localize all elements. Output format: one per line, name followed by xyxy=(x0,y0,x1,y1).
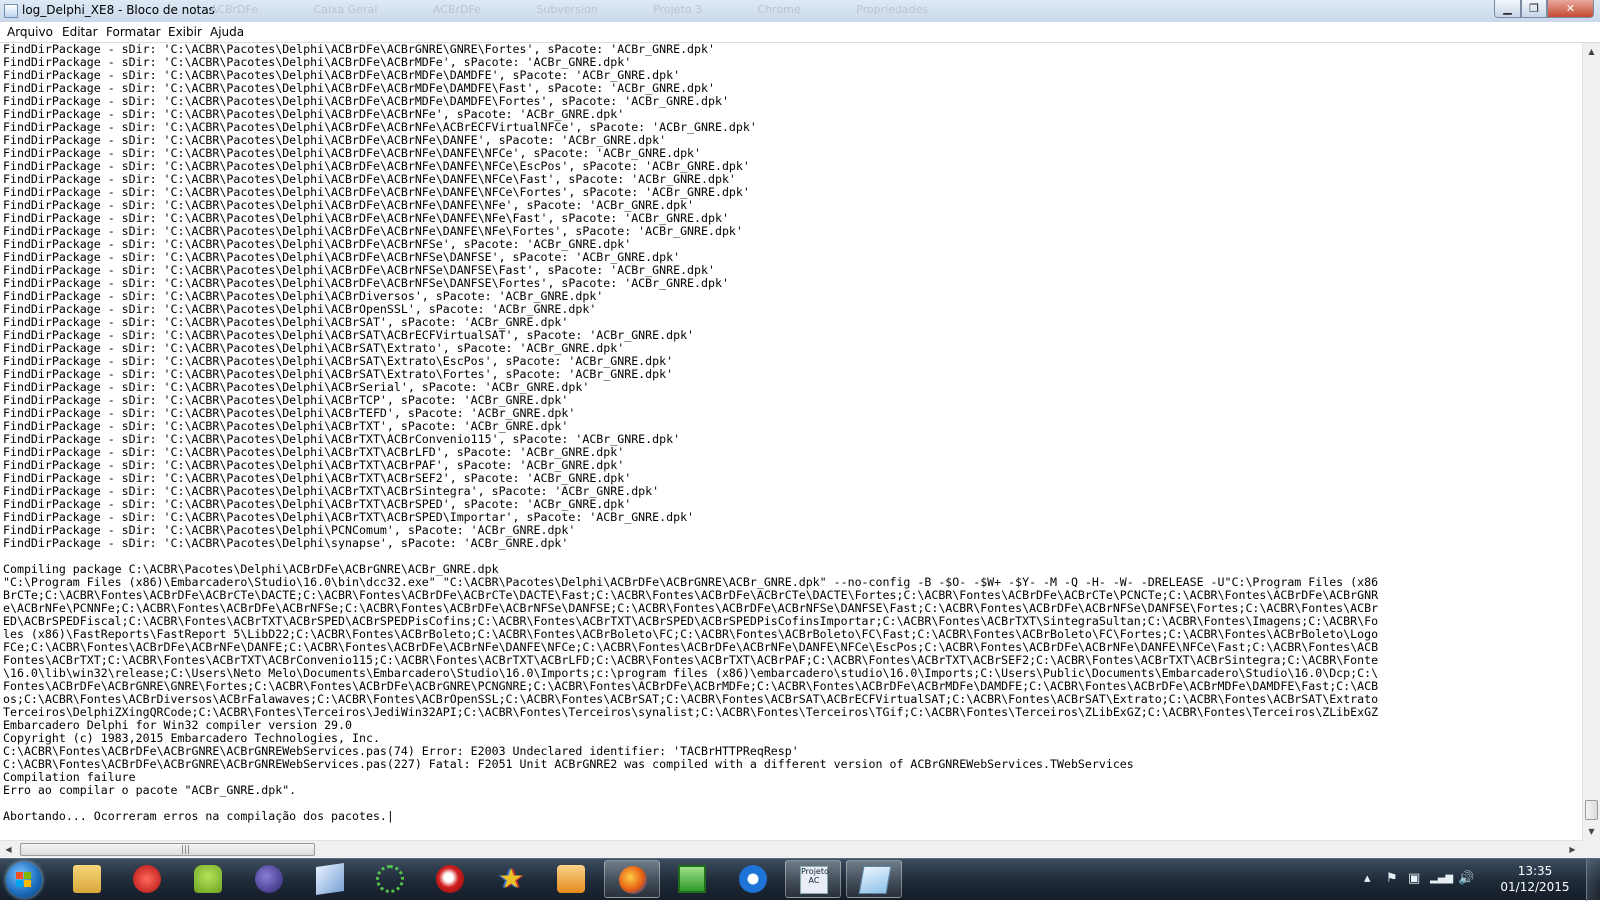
background-window-titles: ACBrDFe Caixa Geral ACBrDFe Subversion P… xyxy=(210,3,980,16)
show-desktop-button[interactable] xyxy=(1586,859,1600,901)
text-editor[interactable]: FindDirPackage - sDir: 'C:\ACBR\Pacotes\… xyxy=(0,43,1582,840)
ghost-title: Subversion xyxy=(536,3,598,16)
red-bird-icon xyxy=(436,865,464,893)
show-hidden-icons-icon[interactable]: ▴ xyxy=(1364,871,1371,886)
ghost-title: Chrome xyxy=(757,3,801,16)
ghost-title: Caixa Geral xyxy=(313,3,378,16)
volume-icon[interactable]: 🔊 xyxy=(1458,871,1474,886)
cube-icon xyxy=(316,863,344,895)
close-button[interactable]: ✕ xyxy=(1547,0,1594,18)
ghost-title: ACBrDFe xyxy=(210,3,259,16)
scroll-right-arrow-icon[interactable]: ▶ xyxy=(1564,841,1581,858)
menu-formatar[interactable]: Formatar xyxy=(106,25,161,39)
play-icon xyxy=(557,865,585,893)
vertical-scrollbar[interactable]: ▲ ▼ xyxy=(1582,43,1600,840)
taskbar-virtualbox[interactable] xyxy=(302,860,358,898)
taskbar-delphi-xe8[interactable] xyxy=(119,860,175,898)
taskbar-star-app[interactable]: ★ xyxy=(483,860,539,898)
menu-editar[interactable]: Editar xyxy=(62,25,98,39)
device-icon[interactable]: ▣ xyxy=(1408,871,1420,886)
ghost-title: ACBrDFe xyxy=(432,3,481,16)
menu-bar: Arquivo Editar Formatar Exibir Ajuda xyxy=(0,22,1600,43)
title-bar[interactable]: log_Delphi_XE8 - Bloco de notas ACBrDFe … xyxy=(0,0,1600,23)
action-center-flag-icon[interactable]: ⚑ xyxy=(1386,871,1398,886)
clock-time: 13:35 xyxy=(1517,864,1553,878)
notepad-icon xyxy=(4,4,18,18)
taskbar-delphi-red[interactable] xyxy=(422,860,478,898)
delphi-helmet-icon xyxy=(133,865,161,893)
vertical-scroll-thumb[interactable] xyxy=(1585,800,1598,820)
network-signal-icon[interactable]: ▂▄▆ xyxy=(1430,873,1453,884)
scroll-up-arrow-icon[interactable]: ▲ xyxy=(1583,43,1600,60)
notepad-app-icon xyxy=(858,866,892,894)
horizontal-scrollbar[interactable]: ◀ ||| ▶ xyxy=(0,840,1582,858)
taskbar-windows-explorer[interactable] xyxy=(59,860,115,898)
ghost-title: Projeto 3 xyxy=(653,3,702,16)
window-title: log_Delphi_XE8 - Bloco de notas xyxy=(22,3,215,17)
star-icon: ★ xyxy=(498,862,524,895)
system-clock[interactable]: 13:35 01/12/2015 xyxy=(1500,863,1570,895)
folder-icon xyxy=(73,865,101,893)
horizontal-scroll-thumb[interactable]: ||| xyxy=(20,843,315,856)
scroll-grip-icon: ||| xyxy=(181,845,191,855)
taskbar: ★ Projeto AC ▴ ⚑ ▣ ▂▄▆ 🔊 13:35 01/12/201… xyxy=(0,858,1600,901)
taskbar-spreadsheet[interactable] xyxy=(664,860,720,898)
taskbar-eclipse[interactable] xyxy=(241,860,297,898)
taskbar-ibexpert[interactable] xyxy=(362,860,418,898)
taskbar-projeto-acbr[interactable]: Projeto AC xyxy=(785,860,841,898)
eclipse-icon xyxy=(255,865,283,893)
taskbar-media-player[interactable] xyxy=(543,860,599,898)
android-icon xyxy=(194,865,222,893)
firefox-icon xyxy=(619,866,647,894)
maximize-button[interactable]: ❐ xyxy=(1521,0,1547,18)
menu-ajuda[interactable]: Ajuda xyxy=(210,25,244,39)
teamviewer-icon xyxy=(739,865,767,893)
projeto-acbr-icon: Projeto AC xyxy=(800,866,829,894)
ghost-title: Propriedades xyxy=(856,3,929,16)
start-button[interactable] xyxy=(6,862,42,898)
editor-content[interactable]: FindDirPackage - sDir: 'C:\ACBR\Pacotes\… xyxy=(0,43,1582,823)
taskbar-android[interactable] xyxy=(180,860,236,898)
taskbar-teamviewer[interactable] xyxy=(725,860,781,898)
green-document-icon xyxy=(678,865,706,893)
menu-exibir[interactable]: Exibir xyxy=(168,25,202,39)
clock-date: 01/12/2015 xyxy=(1500,880,1570,894)
ibexpert-icon xyxy=(376,865,404,893)
menu-arquivo[interactable]: Arquivo xyxy=(7,25,53,39)
taskbar-notepad[interactable] xyxy=(846,860,902,898)
minimize-button[interactable]: ▁ xyxy=(1494,0,1521,18)
windows-logo-icon xyxy=(16,872,32,888)
scroll-left-arrow-icon[interactable]: ◀ xyxy=(0,841,17,858)
size-grip[interactable] xyxy=(1582,840,1600,858)
scroll-down-arrow-icon[interactable]: ▼ xyxy=(1583,823,1600,840)
taskbar-firefox[interactable] xyxy=(604,860,660,898)
